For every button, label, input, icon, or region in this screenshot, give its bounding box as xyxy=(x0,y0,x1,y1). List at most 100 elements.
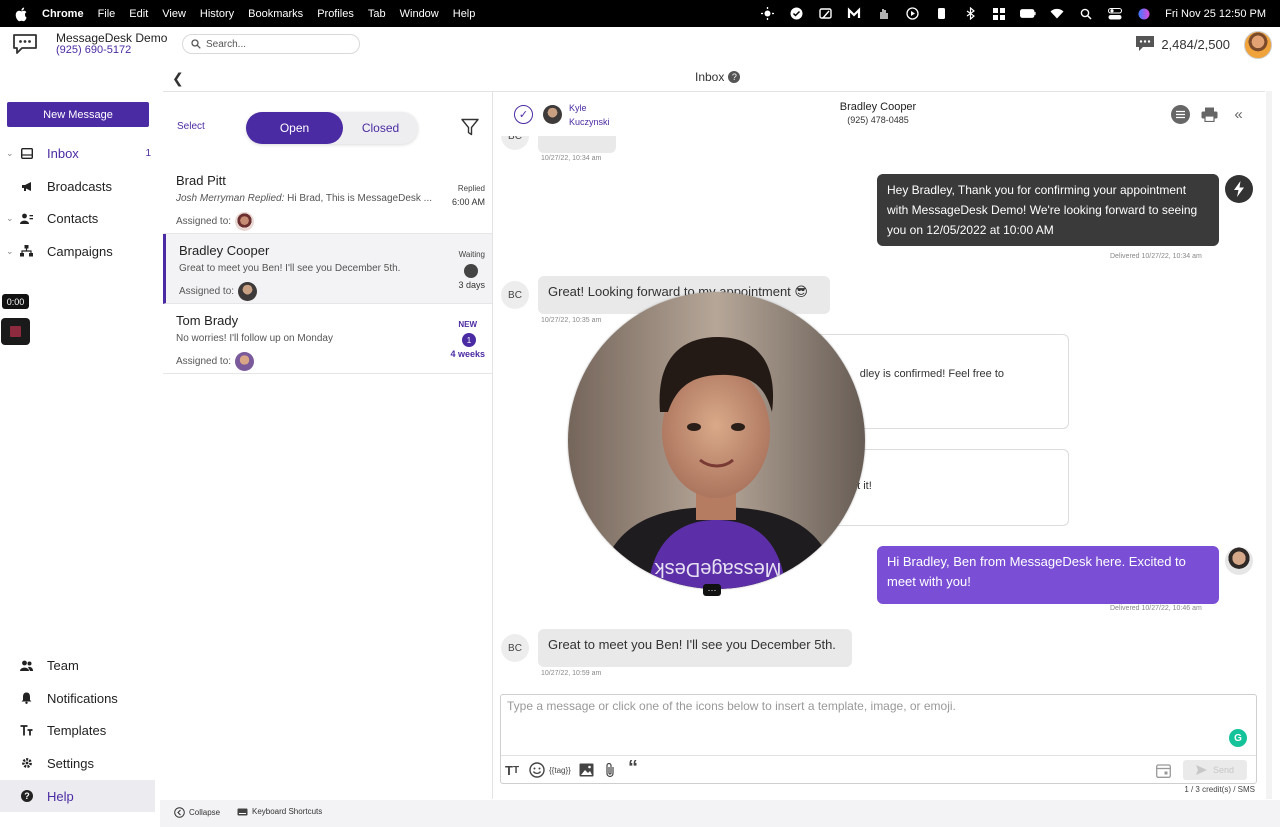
screenshot-icon[interactable] xyxy=(817,7,833,21)
menu-window[interactable]: Window xyxy=(400,8,439,20)
close-conversation-check-icon[interactable]: ✓ xyxy=(514,105,533,124)
assignee-name[interactable]: Kyle Kuczynski xyxy=(569,101,610,129)
sidebar-item-campaigns[interactable]: ⌄ Campaigns xyxy=(0,236,155,266)
message-timestamp: 10/27/22, 10:35 am xyxy=(541,317,602,324)
conversation-time: 4 weeks xyxy=(450,349,485,359)
message-composer[interactable]: Type a message or click one of the icons… xyxy=(500,694,1257,784)
new-message-button[interactable]: New Message xyxy=(7,102,149,127)
menu-profiles[interactable]: Profiles xyxy=(317,8,354,20)
video-recording-bubble[interactable]: MessageDesk xyxy=(568,292,865,589)
wifi-icon[interactable] xyxy=(1049,7,1065,21)
bluetooth-icon[interactable] xyxy=(962,7,978,21)
attachment-icon[interactable] xyxy=(605,761,615,779)
assignee-avatar[interactable] xyxy=(543,105,562,124)
insert-tag-button[interactable]: {{tag}} xyxy=(549,761,571,779)
messagedesk-logo-icon[interactable] xyxy=(12,33,38,55)
help-icon[interactable]: ? xyxy=(728,71,741,83)
text-format-icon[interactable]: TT xyxy=(505,761,519,779)
message-bubble-outgoing: Hi Bradley, Ben from MessageDesk here. E… xyxy=(877,546,1219,604)
hand-icon[interactable] xyxy=(875,7,891,21)
menu-history[interactable]: History xyxy=(200,8,234,20)
tab-closed[interactable]: Closed xyxy=(343,112,418,144)
collapse-button[interactable]: Collapse xyxy=(174,807,220,818)
check-shield-icon[interactable] xyxy=(788,7,804,21)
sidebar-item-label: Broadcasts xyxy=(47,178,113,194)
assigned-label: Assigned to: xyxy=(176,216,232,227)
send-label: Send xyxy=(1212,765,1235,775)
quote-template-icon[interactable]: “ xyxy=(628,757,638,779)
sender-avatar xyxy=(1225,547,1253,575)
menu-tab[interactable]: Tab xyxy=(368,8,386,20)
unread-count-badge: 1 xyxy=(462,333,476,347)
menu-app-chrome[interactable]: Chrome xyxy=(42,8,84,20)
sidebar-item-inbox[interactable]: ⌄ Inbox 1 xyxy=(0,138,155,168)
sidebar-item-help[interactable]: ? Help xyxy=(0,780,155,812)
tab-open[interactable]: Open xyxy=(246,112,343,144)
sidebar-item-notifications[interactable]: Notifications xyxy=(0,683,155,713)
filter-icon[interactable] xyxy=(461,118,479,136)
megaphone-icon xyxy=(20,180,33,193)
sidebar: New Message ⌄ Inbox 1 Broadcasts ⌄ Conta… xyxy=(0,63,160,827)
contact-name[interactable]: Bradley Cooper xyxy=(783,101,973,113)
sidebar-item-settings[interactable]: Settings xyxy=(0,748,155,778)
brightness-icon[interactable] xyxy=(759,7,775,21)
chevron-down-icon[interactable]: ⌄ xyxy=(6,213,14,224)
apple-icon[interactable] xyxy=(14,6,30,22)
menu-file[interactable]: File xyxy=(98,8,116,20)
credits-counter[interactable]: 2,484/2,500 xyxy=(1135,35,1230,53)
contacts-icon xyxy=(20,212,33,225)
sidebar-item-label: Team xyxy=(47,657,79,673)
battery-icon[interactable] xyxy=(1020,7,1036,21)
keyboard-shortcuts-button[interactable]: Keyboard Shortcuts xyxy=(237,807,322,816)
grammarly-icon[interactable]: G xyxy=(1229,729,1247,747)
inbox-count-badge: 1 xyxy=(145,147,151,159)
siri-icon[interactable] xyxy=(1136,7,1152,21)
conversation-item-brad-pitt[interactable]: Brad Pitt Josh Merryman Replied: Hi Brad… xyxy=(163,164,492,234)
avatar xyxy=(238,282,258,301)
video-options-icon[interactable]: ··· xyxy=(703,584,721,596)
account-name[interactable]: MessageDesk Demo xyxy=(56,31,167,45)
send-button[interactable]: Send xyxy=(1183,760,1247,780)
sidebar-item-label: Templates xyxy=(47,722,107,738)
user-avatar[interactable] xyxy=(1244,31,1272,59)
status-badge: Waiting xyxy=(458,250,485,259)
menu-edit[interactable]: Edit xyxy=(129,8,148,20)
list-menu-icon[interactable] xyxy=(1171,105,1190,124)
page-title: Inbox ? xyxy=(695,70,741,84)
print-icon[interactable] xyxy=(1200,105,1219,124)
chat-scrollbar[interactable] xyxy=(1266,91,1272,799)
malwarebytes-icon[interactable] xyxy=(846,7,862,21)
conversation-item-tom-brady[interactable]: Tom Brady No worries! I'll follow up on … xyxy=(163,304,492,374)
team-icon xyxy=(20,659,33,672)
conversation-item-bradley-cooper[interactable]: Bradley Cooper Great to meet you Ben! I'… xyxy=(163,234,492,304)
play-icon[interactable] xyxy=(904,7,920,21)
keyboard-shortcuts-label: Keyboard Shortcuts xyxy=(252,807,323,816)
chevron-down-icon[interactable]: ⌄ xyxy=(6,246,14,257)
menu-help[interactable]: Help xyxy=(453,8,476,20)
sidebar-item-templates[interactable]: Templates xyxy=(0,715,155,745)
sidebar-item-team[interactable]: Team xyxy=(0,650,155,680)
back-chevron-icon[interactable]: ❮ xyxy=(172,70,184,87)
image-icon[interactable] xyxy=(579,761,594,779)
collapse-panel-icon[interactable]: « xyxy=(1229,105,1248,124)
select-link[interactable]: Select xyxy=(177,121,205,132)
emoji-icon[interactable] xyxy=(529,761,545,779)
grid-icon[interactable] xyxy=(991,7,1007,21)
battery-saver-icon[interactable] xyxy=(933,7,949,21)
chevron-down-icon[interactable]: ⌄ xyxy=(6,148,14,159)
menubar-clock[interactable]: Fri Nov 25 12:50 PM xyxy=(1165,8,1266,20)
menu-view[interactable]: View xyxy=(162,8,186,20)
control-center-icon[interactable] xyxy=(1107,7,1123,21)
chat-pane: ✓ Kyle Kuczynski Bradley Cooper (925) 478… xyxy=(493,91,1265,799)
stop-recording-button[interactable] xyxy=(1,318,30,345)
menu-bookmarks[interactable]: Bookmarks xyxy=(248,8,303,20)
calendar-schedule-icon[interactable] xyxy=(1156,761,1171,779)
spotlight-icon[interactable] xyxy=(1078,7,1094,21)
composer-placeholder: Type a message or click one of the icons… xyxy=(507,699,956,713)
assigned-label: Assigned to: xyxy=(179,286,235,297)
sidebar-item-contacts[interactable]: ⌄ Contacts xyxy=(0,203,155,233)
templates-icon xyxy=(20,724,33,737)
search-input[interactable]: Search... xyxy=(182,34,360,54)
sidebar-item-broadcasts[interactable]: Broadcasts xyxy=(0,171,155,201)
collapse-arrow-icon xyxy=(174,807,185,818)
